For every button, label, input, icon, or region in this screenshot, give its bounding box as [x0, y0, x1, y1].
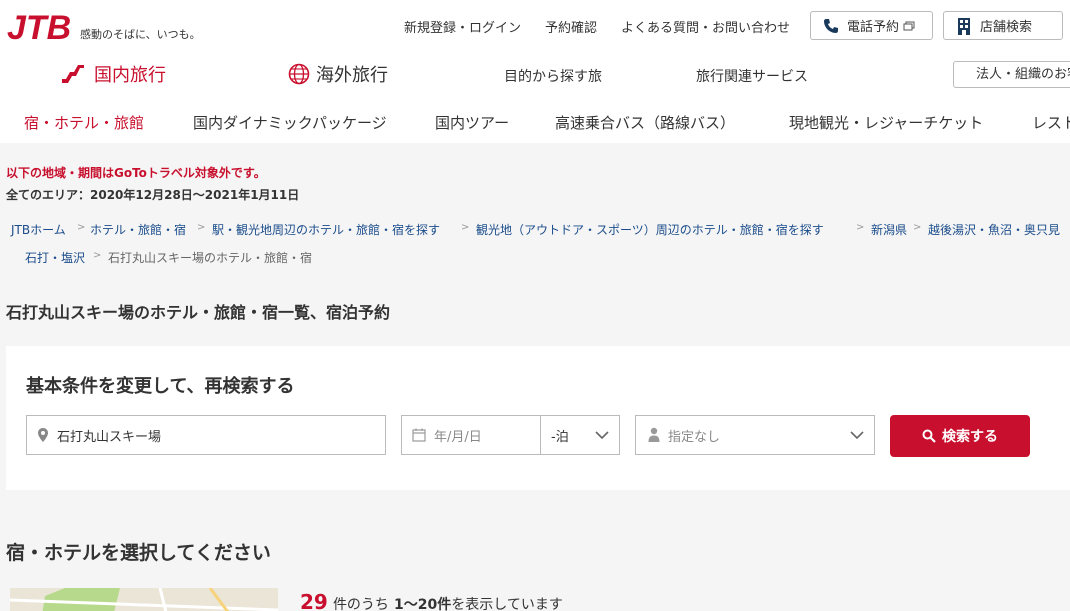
pin-icon: [38, 428, 48, 442]
globe-icon: [288, 63, 310, 85]
breadcrumb-separator: >: [93, 250, 102, 261]
date-placeholder: 年/月/日: [434, 429, 482, 445]
location-value: 石打丸山スキー場: [57, 429, 162, 445]
svg-text:JTB: JTB: [7, 9, 71, 46]
subnav-highway-bus[interactable]: 高速乗合バス（路線バス）: [555, 112, 735, 133]
phone-icon: [824, 18, 838, 33]
map-graphic: [10, 588, 278, 611]
subnav-leisure-ticket[interactable]: 現地観光・レジャーチケット: [789, 112, 983, 133]
building-icon: [958, 17, 970, 35]
faq-contact-link[interactable]: よくある質問・お問い合わせ: [621, 17, 790, 36]
result-total-suffix: 件のうち: [332, 597, 389, 611]
breadcrumb-item[interactable]: ホテル・旅館・宿: [90, 221, 186, 238]
date-input[interactable]: 年/月/日: [401, 415, 541, 455]
phone-reservation-button[interactable]: 電話予約: [810, 11, 933, 40]
register-login-link[interactable]: 新規登録・ログイン: [404, 17, 521, 36]
reservation-check-link[interactable]: 予約確認: [545, 17, 597, 36]
search-icon: [922, 429, 936, 443]
search-button-label: 検索する: [942, 429, 998, 445]
site-header: JTB 感動のそばに、いつも。 新規登録・ログイン 予約確認 よくある質問・お問…: [0, 0, 1070, 143]
tagline: 感動のそばに、いつも。: [80, 28, 201, 41]
person-icon: [648, 427, 660, 442]
breadcrumb-separator: >: [197, 222, 206, 233]
nav-overseas-travel[interactable]: 海外旅行: [288, 61, 388, 87]
guests-value: 指定なし: [668, 429, 721, 445]
location-input[interactable]: 石打丸山スキー場: [26, 415, 386, 455]
breadcrumb-separator: >: [461, 222, 470, 233]
nights-value: -泊: [551, 429, 569, 445]
breadcrumb-separator: >: [856, 222, 865, 233]
corporate-button[interactable]: 法人・組織のお客様: [953, 61, 1070, 88]
breadcrumb-item[interactable]: 越後湯沢・魚沼・奥只見: [928, 221, 1060, 238]
jtb-logo[interactable]: JTB: [6, 8, 72, 46]
window-icon: [903, 21, 915, 30]
breadcrumb-current: 石打丸山スキー場のホテル・旅館・宿: [108, 251, 313, 265]
subnav-restaurant[interactable]: レストラン: [1032, 112, 1070, 133]
breadcrumb-item[interactable]: 新潟県: [871, 221, 907, 238]
search-panel: 基本条件を変更して、再検索する 石打丸山スキー場 年/月/日 -泊 指定なし 検…: [6, 346, 1070, 490]
search-panel-title: 基本条件を変更して、再検索する: [26, 376, 295, 397]
subnav-dynamic-package[interactable]: 国内ダイナミックパッケージ: [193, 112, 387, 133]
breadcrumb-item[interactable]: 石打・塩沢: [25, 249, 85, 266]
chevron-down-icon: [595, 430, 609, 439]
nav-domestic-label: 国内旅行: [94, 65, 166, 86]
page-title: 石打丸山スキー場のホテル・旅館・宿一覧、宿泊予約: [6, 303, 391, 322]
map-thumbnail[interactable]: [10, 588, 278, 611]
breadcrumb-separator: >: [913, 222, 922, 233]
nav-purpose[interactable]: 目的から探す旅: [504, 66, 602, 86]
result-range-suffix: を表示しています: [451, 597, 563, 611]
breadcrumb-item[interactable]: 駅・観光地周辺のホテル・旅館・宿を探す: [212, 221, 440, 238]
result-total: 29: [300, 590, 328, 611]
goto-notice-period: 全てのエリア：2020年12月28日〜2021年1月11日: [6, 188, 300, 202]
nav-overseas-label: 海外旅行: [316, 65, 388, 86]
guests-select[interactable]: 指定なし: [635, 415, 875, 455]
breadcrumb-item[interactable]: 観光地（アウトドア・スポーツ）周辺のホテル・旅館・宿を探す: [476, 221, 824, 238]
subnav-domestic-tour[interactable]: 国内ツアー: [435, 112, 509, 133]
search-button[interactable]: 検索する: [890, 415, 1030, 457]
goto-notice: 以下の地域・期間はGoToトラベル対象外です。: [6, 166, 266, 180]
store-search-button[interactable]: 店舗検索: [943, 11, 1063, 40]
nav-domestic-travel[interactable]: 国内旅行: [60, 61, 166, 87]
phone-reservation-label: 電話予約: [847, 20, 900, 35]
nights-select[interactable]: -泊: [540, 415, 620, 455]
torii-icon: [62, 65, 84, 83]
subnav-hotels[interactable]: 宿・ホテル・旅館: [24, 112, 144, 133]
result-range: 1〜20件: [394, 597, 452, 611]
nav-services[interactable]: 旅行関連サービス: [696, 66, 808, 86]
select-hotel-heading: 宿・ホテルを選択してください: [6, 542, 271, 564]
chevron-down-icon: [850, 430, 864, 439]
calendar-icon: [412, 428, 426, 442]
breadcrumb-item[interactable]: JTBホーム: [11, 221, 66, 238]
breadcrumb-separator: >: [77, 222, 86, 233]
store-search-label: 店舗検索: [980, 20, 1033, 35]
result-count: 29 件のうち 1〜20件を表示しています: [300, 590, 563, 611]
